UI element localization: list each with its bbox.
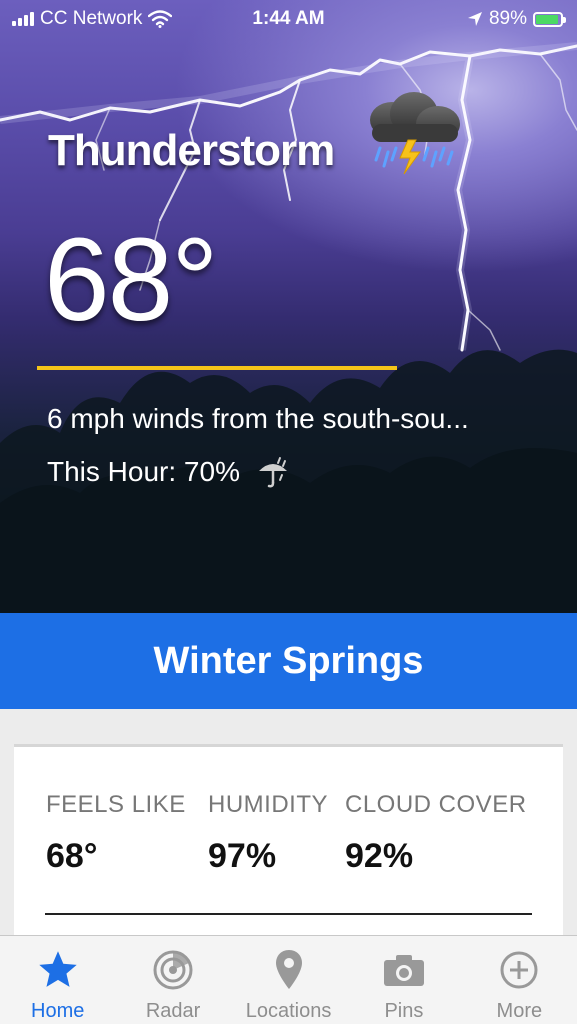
tab-label: Radar [145, 1000, 201, 1022]
umbrella-rain-icon [258, 457, 287, 488]
tab-locations[interactable]: Locations [231, 936, 346, 1024]
tab-more[interactable]: More [462, 936, 577, 1024]
status-right: 89% [467, 8, 566, 30]
condition-label: Thunderstorm [48, 126, 335, 175]
location-title[interactable]: Winter Springs [0, 613, 577, 709]
tab-label: Locations [245, 1000, 332, 1022]
map-pin-icon [275, 950, 302, 989]
metric-value: 92% [345, 837, 414, 875]
tab-label: Home [31, 1000, 85, 1022]
metric-cloud-cover: CLOUD COVER 92% [345, 791, 527, 876]
metric-label: FEELS LIKE [46, 791, 186, 818]
hero-background: CC Network 1:44 AM 89% Thunderstorm 68° … [0, 0, 577, 613]
location-arrow-icon [467, 12, 482, 26]
accent-divider [37, 366, 397, 370]
tab-pins[interactable]: Pins [346, 936, 461, 1024]
precip-row: This Hour: 70% [47, 455, 290, 489]
card-divider [45, 913, 532, 915]
current-temperature: 68° [44, 214, 218, 346]
star-icon [39, 951, 77, 987]
metric-label: CLOUD COVER [345, 791, 527, 818]
radar-icon [153, 950, 193, 990]
status-bar: CC Network 1:44 AM 89% [0, 0, 577, 38]
camera-icon [383, 955, 424, 986]
tab-bar: Home Radar Locations Pins More [0, 935, 577, 1024]
metric-label: HUMIDITY [208, 791, 328, 818]
battery-icon [533, 11, 566, 27]
metric-value: 68° [46, 837, 98, 875]
tab-label: Pins [384, 1000, 424, 1022]
tab-home[interactable]: Home [0, 936, 115, 1024]
metric-value: 97% [208, 837, 277, 875]
battery-percent: 89% [488, 8, 527, 29]
tab-label: More [496, 1000, 543, 1022]
details-card: FEELS LIKE 68° HUMIDITY 97% CLOUD COVER … [14, 744, 563, 944]
metric-feels-like: FEELS LIKE 68° [46, 791, 186, 876]
tab-radar[interactable]: Radar [115, 936, 230, 1024]
plus-circle-icon [500, 951, 538, 989]
precip-label: This Hour: 70% [47, 456, 240, 487]
metric-humidity: HUMIDITY 97% [208, 791, 328, 876]
thunderstorm-icon [370, 92, 460, 175]
wind-summary: 6 mph winds from the south-sou... [47, 403, 469, 434]
